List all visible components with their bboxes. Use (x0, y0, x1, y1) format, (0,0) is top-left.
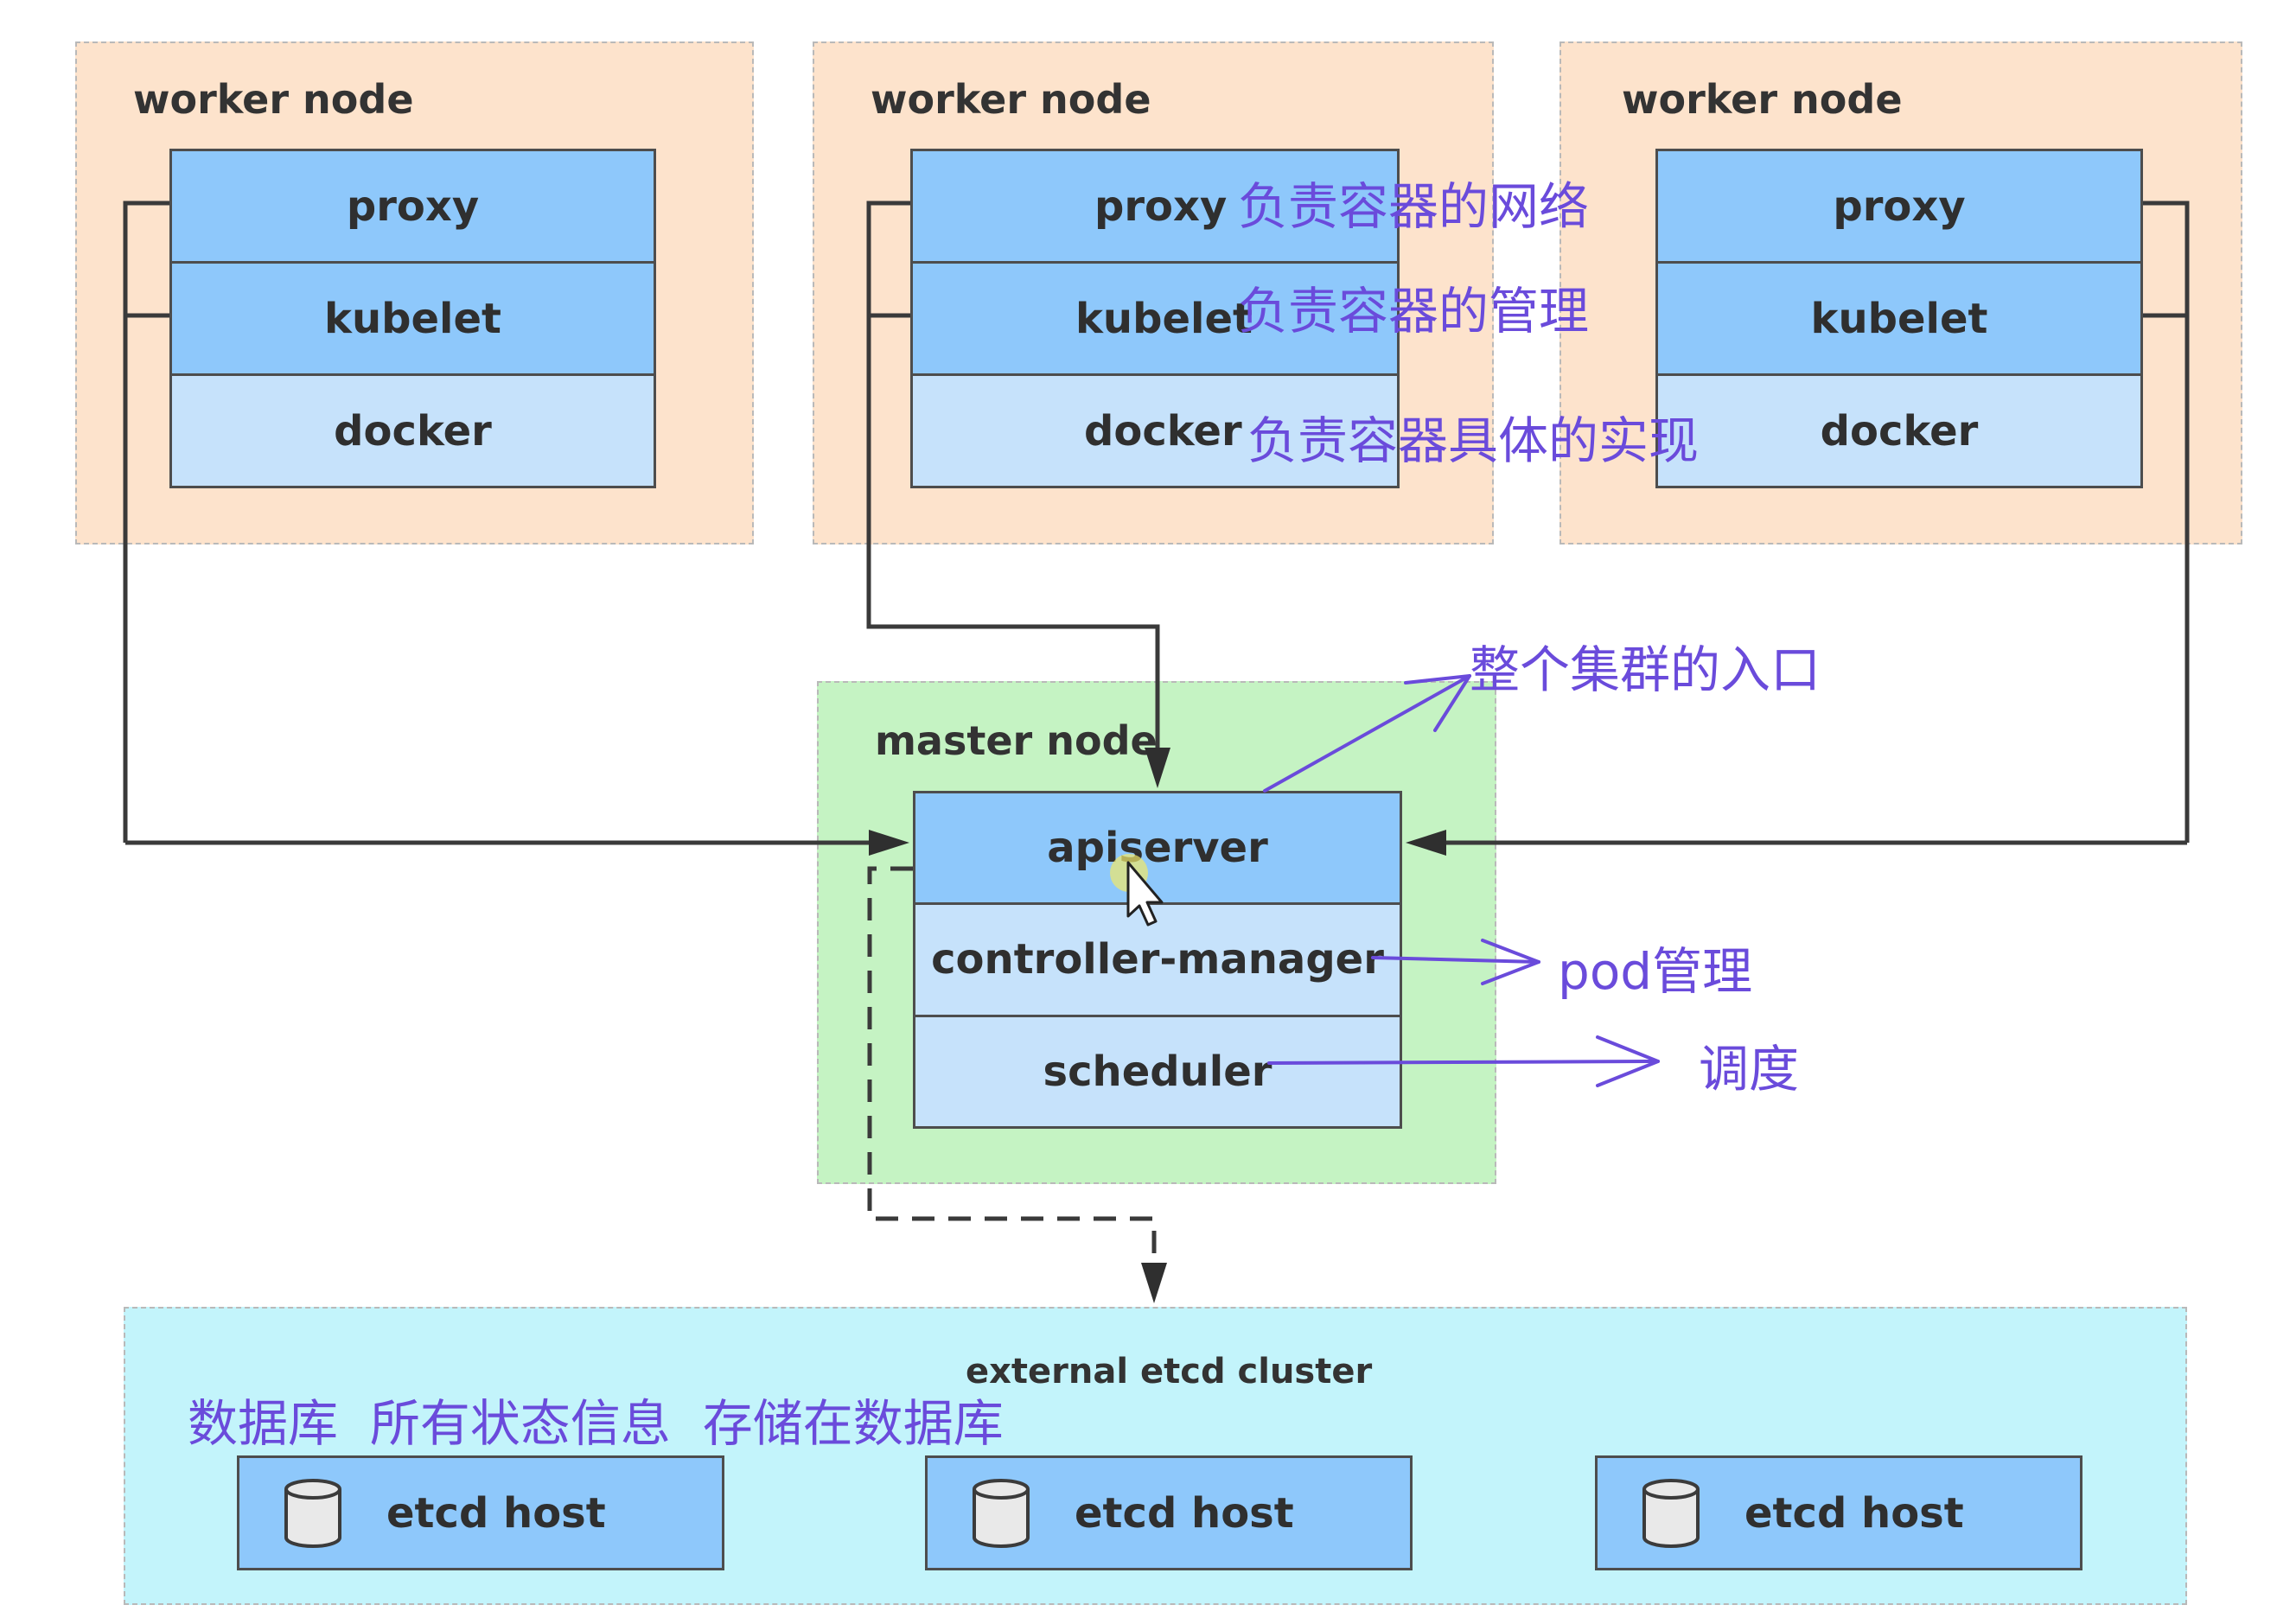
worker1-connector (123, 201, 873, 845)
etcd-annotation: 数据库 所有状态信息 存储在数据库 (188, 1394, 1004, 1453)
arrowhead-right (869, 830, 909, 856)
docker-annotation: 负责容器具体的实现 (1247, 411, 1700, 470)
worker2-connector (866, 201, 1160, 752)
kubelet-annotation: 负责容器的管理 (1238, 282, 1590, 341)
arrowhead-down (1141, 1263, 1167, 1303)
apiserver-annotation: 整个集群的入口 (1470, 640, 1821, 699)
connectors-layer (123, 201, 2190, 1303)
annotation-arrows (1263, 674, 1660, 1087)
controller-manager-annotation: pod管理 (1558, 942, 1753, 1001)
arrowhead-down (1145, 748, 1170, 788)
mouse-pointer-icon (1110, 854, 1164, 927)
proxy-annotation: 负责容器的网络 (1238, 177, 1590, 236)
arrowhead-left (1406, 830, 1446, 856)
etcd-dashed-connector (867, 866, 1157, 1262)
scheduler-annotation: 调度 (1699, 1040, 1800, 1099)
